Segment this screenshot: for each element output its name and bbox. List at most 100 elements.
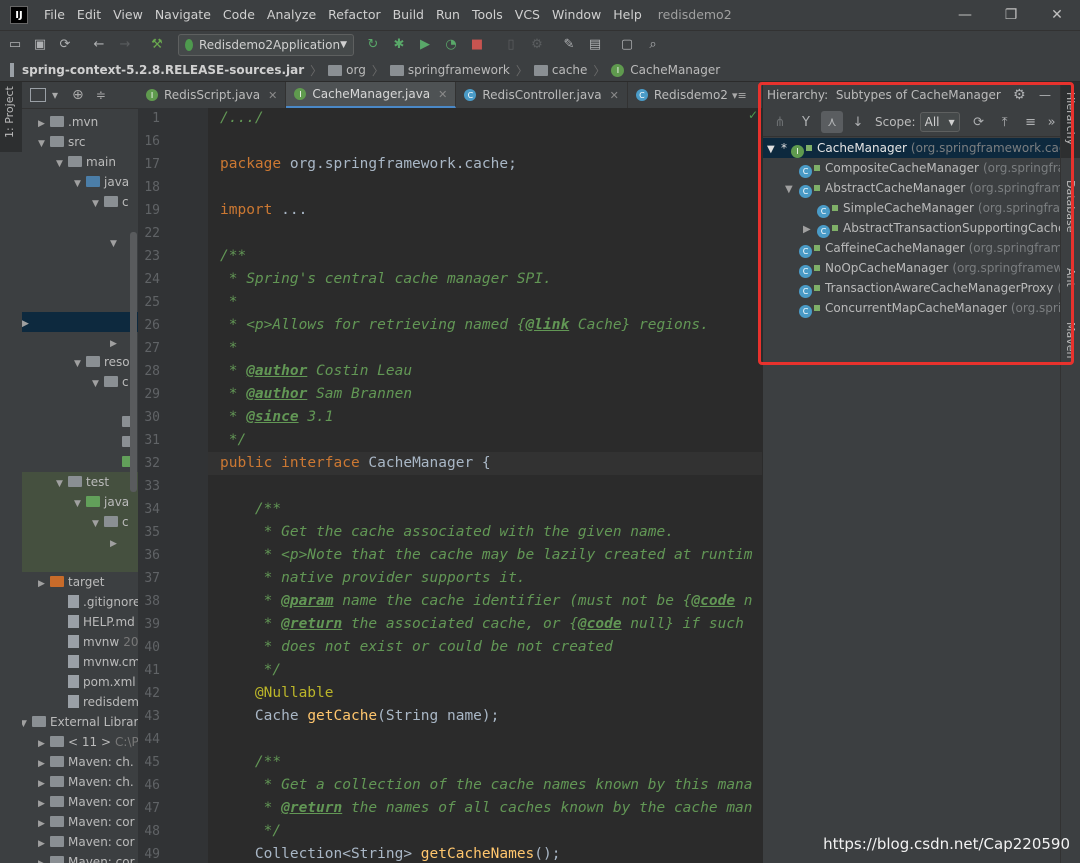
project-tree-row[interactable]: ▶ target [38, 572, 105, 592]
collapse-icon[interactable]: ▼ [74, 174, 86, 194]
expand-icon[interactable]: ▶ [38, 734, 50, 754]
hierarchy-row[interactable]: C SimpleCacheManager(org.springframe [763, 198, 1061, 218]
expand-all-icon[interactable]: ≡ [1020, 111, 1042, 133]
project-tree-row[interactable] [110, 252, 122, 272]
hierarchy-row[interactable]: C NoOpCacheManager(org.springframewor [763, 258, 1061, 278]
collapse-icon[interactable]: ▼ [110, 234, 122, 254]
expand-icon[interactable]: ▶ [38, 574, 50, 594]
project-tree-row[interactable]: ▶ < 11 > C:\P [38, 732, 138, 752]
menu-view[interactable]: View [107, 0, 149, 30]
breadcrumb-item-org[interactable]: org [324, 63, 370, 77]
editor-tab[interactable]: C RedisController.java ✕ [456, 82, 628, 108]
expand-icon[interactable]: ▶ [38, 794, 50, 814]
hierarchy-row[interactable]: C CompositeCacheManager(org.springfram [763, 158, 1061, 178]
collapse-icon[interactable]: ▼ [767, 140, 781, 160]
breadcrumb-item-cachemanager[interactable]: I CacheManager [607, 63, 724, 77]
open-folder-icon[interactable]: ▭ [6, 35, 24, 53]
editor-tab[interactable]: C Redisdemo2Applica [628, 82, 728, 108]
project-tree-row[interactable]: ▼ [110, 232, 122, 252]
debug-icon[interactable]: ✱ [390, 35, 408, 53]
project-tree-row[interactable]: redisdemo2 [56, 692, 138, 712]
collapse-icon[interactable]: ▼ [92, 194, 104, 214]
menu-vcs[interactable]: VCS [509, 0, 546, 30]
project-scrollbar[interactable] [130, 232, 137, 492]
expand-icon[interactable]: ▶ [38, 814, 50, 834]
hierarchy-tool-button[interactable]: Hierarchy [1061, 82, 1080, 158]
project-tree-row[interactable]: ▶ Maven: cor [38, 792, 135, 812]
editor-tab[interactable]: I CacheManager.java ✕ [286, 82, 457, 108]
project-tree-row[interactable] [110, 392, 122, 412]
menu-window[interactable]: Window [546, 0, 607, 30]
project-tree-row[interactable]: ▶ Maven: ch. [38, 772, 134, 792]
project-tree-row[interactable]: ▶ [22, 312, 138, 332]
close-tab-icon[interactable]: ✕ [610, 89, 619, 102]
expand-icon[interactable]: ▶ [38, 834, 50, 854]
terminal-icon[interactable]: ▢ [618, 35, 636, 53]
run-configuration-select[interactable]: Redisdemo2Application ▼ [178, 34, 354, 56]
menu-help[interactable]: Help [607, 0, 648, 30]
menu-analyze[interactable]: Analyze [261, 0, 322, 30]
menu-navigate[interactable]: Navigate [149, 0, 217, 30]
project-tree-row[interactable]: pom.xml [56, 672, 136, 692]
hierarchy-row[interactable]: CTransactionAwareCacheManagerProxy(or [763, 278, 1061, 298]
forward-icon[interactable]: → [116, 35, 134, 53]
menu-edit[interactable]: Edit [71, 0, 107, 30]
type-hierarchy-icon[interactable]: ⋔ [769, 111, 791, 133]
project-tree-row[interactable]: ▶ Maven: cor [38, 832, 135, 852]
close-tab-icon[interactable]: ✕ [268, 89, 277, 102]
expand-icon[interactable]: ▶ [110, 334, 122, 354]
project-tree-row[interactable]: ▼ c [92, 192, 129, 212]
collapse-icon[interactable]: ▼ [92, 514, 104, 534]
collapse-icon[interactable]: ▼ [74, 354, 86, 374]
project-tree-row[interactable]: mvnw.cmd [56, 652, 138, 672]
project-tree-row[interactable]: ▼ reso [74, 352, 130, 372]
hierarchy-row[interactable]: ▼* I CacheManager(org.springframework.cach… [763, 138, 1061, 158]
hierarchy-row[interactable]: ▶ C AbstractTransactionSupportingCacheM [763, 218, 1061, 238]
hide-panel-icon[interactable]: — [1039, 88, 1051, 102]
collapse-icon[interactable]: ▼ [38, 134, 50, 154]
collapse-icon[interactable]: ▼ [56, 154, 68, 174]
project-tree-row[interactable]: mvnw2020 [56, 632, 138, 652]
settings-wrench-icon[interactable]: ✎ [560, 35, 578, 53]
hierarchy-row[interactable]: C CaffeineCacheManager(org.springframew [763, 238, 1061, 258]
maven-tool-button[interactable]: Maven [1061, 316, 1080, 366]
view-mode-dropdown[interactable]: ▾ [52, 88, 58, 102]
project-view-icon[interactable] [30, 88, 46, 102]
breadcrumb-item-cache[interactable]: cache [530, 63, 592, 77]
coverage-icon[interactable]: ▶ [416, 35, 434, 53]
project-tree-row[interactable]: ▼ test [22, 472, 138, 492]
maximize-icon[interactable]: ❐ [988, 0, 1034, 30]
menu-refactor[interactable]: Refactor [322, 0, 386, 30]
collapse-icon[interactable]: ▼ [22, 714, 32, 734]
database-tool-button[interactable]: Database [1061, 174, 1080, 244]
menu-file[interactable]: File [38, 0, 71, 30]
project-tree-row[interactable]: ▼ c [92, 372, 129, 392]
sort-alphabetically-icon[interactable]: ↓ [847, 111, 869, 133]
project-tree-row[interactable] [110, 272, 122, 292]
inspection-ok-icon[interactable]: ✓ [748, 108, 758, 122]
search-icon[interactable]: ⌕ [644, 35, 662, 53]
project-tree-row[interactable]: ▼ java [74, 172, 129, 192]
project-tree-row[interactable] [110, 212, 122, 232]
expand-icon[interactable]: ▶ [38, 774, 50, 794]
project-tree-row[interactable]: ▶ [110, 332, 122, 352]
project-tree-row[interactable]: ▶ [22, 532, 138, 552]
project-tree-row[interactable]: ▶ Maven: ch. [38, 752, 134, 772]
collapse-icon[interactable]: ▼ [74, 494, 86, 514]
breadcrumb-item-jar[interactable]: spring-context-5.2.8.RELEASE-sources.jar [18, 63, 308, 77]
menu-build[interactable]: Build [387, 0, 430, 30]
subtypes-hierarchy-icon[interactable]: ⋏ [821, 111, 843, 133]
minimize-icon[interactable]: — [942, 0, 988, 30]
build-hammer-icon[interactable]: ⚒ [148, 35, 166, 53]
hierarchy-row[interactable]: C ConcurrentMapCacheManager(org.spring [763, 298, 1061, 318]
project-tree-row[interactable]: ▶ Maven: cor [38, 852, 135, 863]
project-tree-row[interactable]: ▼ src [38, 132, 86, 152]
expand-icon[interactable]: ▶ [38, 754, 50, 774]
attach-icon[interactable]: ▯ [502, 35, 520, 53]
menu-run[interactable]: Run [430, 0, 466, 30]
more-icon[interactable]: » [1046, 111, 1058, 133]
breadcrumb-item-springframework[interactable]: springframework [386, 63, 514, 77]
scope-select[interactable]: All ▼ [919, 112, 960, 132]
refresh-icon[interactable]: ⟳ [968, 111, 990, 133]
expand-icon[interactable]: ▶ [803, 220, 817, 240]
